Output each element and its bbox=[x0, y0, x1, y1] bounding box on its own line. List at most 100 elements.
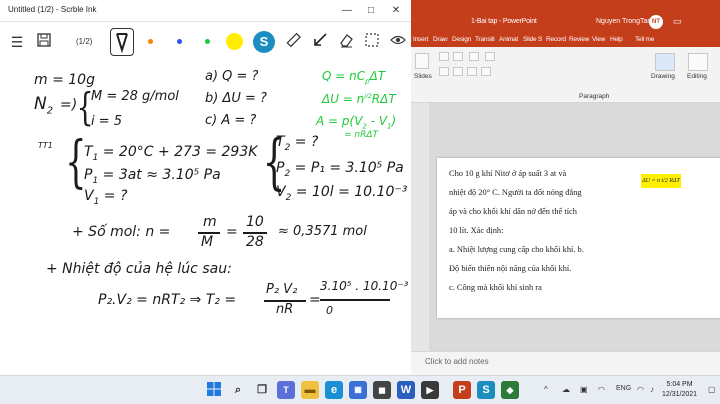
frac-pv-num: P₂ V₂ bbox=[266, 282, 298, 297]
ruler-icon[interactable] bbox=[283, 32, 303, 52]
app-icon[interactable]: ◼ bbox=[373, 381, 391, 399]
slide-line-4: 10 lít. Xác định: bbox=[449, 226, 504, 235]
drawing-icon[interactable] bbox=[655, 53, 675, 71]
maximize-button[interactable]: □ bbox=[360, 3, 382, 19]
ribbon-editing[interactable]: Editing bbox=[687, 73, 707, 80]
start-icon[interactable] bbox=[205, 381, 223, 399]
select-icon[interactable] bbox=[362, 32, 382, 52]
align-center-icon[interactable] bbox=[453, 67, 463, 76]
question-a: a) Q = ? bbox=[205, 69, 259, 84]
color-orange[interactable] bbox=[148, 39, 153, 44]
ppt-window-title: 1-Bai tap - PowerPoint bbox=[471, 18, 537, 25]
notes-placeholder: Click to add notes bbox=[425, 357, 489, 366]
justify-icon[interactable] bbox=[481, 67, 491, 76]
slide-line-7: c. Công mà khối khí sinh ra bbox=[449, 283, 542, 292]
ink-window-title: Untitled (1/2) - Scrble Ink bbox=[8, 5, 97, 14]
pen-tool-button[interactable] bbox=[110, 28, 134, 56]
color-green[interactable] bbox=[205, 39, 210, 44]
green-formula-nrt: = nRΔT bbox=[344, 130, 379, 140]
tab-insert[interactable]: Insert bbox=[413, 36, 428, 43]
color-blue[interactable] bbox=[177, 39, 182, 44]
tab-design[interactable]: Design bbox=[452, 36, 471, 43]
onedrive-icon[interactable]: ☁ bbox=[562, 385, 570, 394]
tab-tell-me[interactable]: Tell me bbox=[635, 36, 654, 43]
slide[interactable]: Cho 10 g khí Nitơ ở áp suất 3 at và nhiệ… bbox=[437, 158, 720, 318]
tab-record[interactable]: Record bbox=[546, 36, 566, 43]
task-view-icon[interactable]: ❐ bbox=[253, 381, 271, 399]
sys-icon[interactable]: ▣ bbox=[580, 385, 588, 394]
slide-thumbnails-pane[interactable] bbox=[411, 103, 429, 351]
color-yellow[interactable] bbox=[226, 33, 243, 50]
volume-icon[interactable]: ♪ bbox=[650, 385, 654, 394]
eraser-icon[interactable] bbox=[336, 32, 356, 52]
new-slide-icon[interactable] bbox=[415, 53, 429, 69]
numbering-icon[interactable] bbox=[453, 52, 463, 61]
powerpoint-icon[interactable]: P bbox=[453, 381, 471, 399]
note-molar: M = 28 g/mol bbox=[91, 89, 179, 104]
arrow-icon[interactable] bbox=[310, 32, 330, 52]
edge-icon[interactable]: e bbox=[325, 381, 343, 399]
editing-icon[interactable] bbox=[688, 53, 708, 71]
ribbon-tabs: Insert Draw Design Transiti Animat Slide… bbox=[411, 34, 720, 47]
ribbon-display-icon[interactable]: ▭ bbox=[673, 16, 682, 27]
clock[interactable]: 5:04 PM 12/31/2021 bbox=[662, 380, 697, 400]
tray-overflow-icon[interactable]: ^ bbox=[544, 385, 548, 394]
powerpoint-window: 1-Bai tap - PowerPoint Nguyen TrongTam N… bbox=[411, 0, 720, 375]
indent-icon[interactable] bbox=[469, 52, 479, 61]
ribbon-paragraph: Paragraph bbox=[579, 93, 610, 100]
network-icon[interactable]: ◠ bbox=[598, 385, 605, 394]
view-icon[interactable] bbox=[388, 32, 408, 52]
note-eq2: = bbox=[226, 224, 238, 240]
tab-view[interactable]: View bbox=[592, 36, 605, 43]
frac-den-value: 0 bbox=[326, 304, 333, 317]
slide-editor[interactable]: Cho 10 g khí Nitơ ở áp suất 3 at và nhiệ… bbox=[429, 103, 720, 351]
ink-canvas[interactable]: m = 10g N2 =) { M = 28 g/mol i = 5 a) Q … bbox=[0, 64, 411, 375]
save-icon[interactable] bbox=[34, 32, 54, 52]
language-indicator[interactable]: ENG bbox=[616, 385, 631, 392]
slide-line-6: Độ biến thiên nội năng của khối khí. bbox=[449, 264, 572, 273]
close-button[interactable]: ✕ bbox=[385, 3, 407, 19]
tab-draw[interactable]: Draw bbox=[433, 36, 448, 43]
columns-icon[interactable] bbox=[485, 52, 495, 61]
highlighter-icon[interactable]: S bbox=[253, 31, 275, 53]
slide-line-1: Cho 10 g khí Nitơ ở áp suất 3 at và bbox=[449, 169, 567, 178]
note-heat-title: + Nhiệt độ của hệ lúc sau: bbox=[46, 261, 232, 277]
teams-icon[interactable]: T bbox=[277, 381, 295, 399]
media-icon[interactable]: ▶ bbox=[421, 381, 439, 399]
tab-help[interactable]: Help bbox=[610, 36, 623, 43]
notification-icon[interactable]: ▢ bbox=[708, 385, 716, 394]
wifi-icon[interactable]: ◠ bbox=[637, 385, 644, 394]
tab-transitions[interactable]: Transiti bbox=[475, 36, 495, 43]
clock-time: 5:04 PM bbox=[666, 381, 693, 388]
page-indicator: (1/2) bbox=[76, 37, 93, 46]
note-i: i = 5 bbox=[91, 114, 123, 129]
avatar[interactable]: NT bbox=[649, 15, 663, 29]
tab-slideshow[interactable]: Slide S bbox=[523, 36, 542, 43]
frac-line-4 bbox=[320, 299, 390, 301]
ribbon-drawing[interactable]: Drawing bbox=[651, 73, 675, 80]
notes-pane[interactable]: Click to add notes bbox=[411, 351, 720, 375]
note-v1: V1 = ? bbox=[84, 188, 128, 207]
minimize-button[interactable]: — bbox=[336, 3, 358, 19]
bullets-icon[interactable] bbox=[439, 52, 449, 61]
extra-app-icon[interactable]: ◆ bbox=[501, 381, 519, 399]
tab-animations[interactable]: Animat bbox=[499, 36, 518, 43]
search-icon[interactable]: ⌕ bbox=[229, 381, 247, 399]
note-eq3: = bbox=[309, 292, 321, 308]
question-c: c) A = ? bbox=[205, 113, 257, 128]
tab-review[interactable]: Review bbox=[569, 36, 589, 43]
store-icon[interactable]: ▦ bbox=[349, 381, 367, 399]
formula-box[interactable]: ΔU = n i/2 RΔT bbox=[641, 174, 681, 188]
menu-icon[interactable]: ☰ bbox=[7, 32, 27, 52]
file-explorer-icon[interactable]: ▬ bbox=[301, 381, 319, 399]
note-t2: T2 = ? bbox=[276, 134, 319, 153]
frac-nr-den: nR bbox=[276, 302, 294, 317]
note-v2: V2 = 10l = 10.10⁻³ m³ bbox=[276, 184, 411, 203]
green-formula-a: A = p(V2 - V1) bbox=[316, 114, 397, 131]
ribbon-slides[interactable]: Slides bbox=[414, 73, 432, 80]
align-right-icon[interactable] bbox=[467, 67, 477, 76]
green-formula-q: Q = nCpΔT bbox=[322, 69, 386, 86]
scrble-ink-icon[interactable]: S bbox=[477, 381, 495, 399]
align-left-icon[interactable] bbox=[439, 67, 449, 76]
word-icon[interactable]: W bbox=[397, 381, 415, 399]
